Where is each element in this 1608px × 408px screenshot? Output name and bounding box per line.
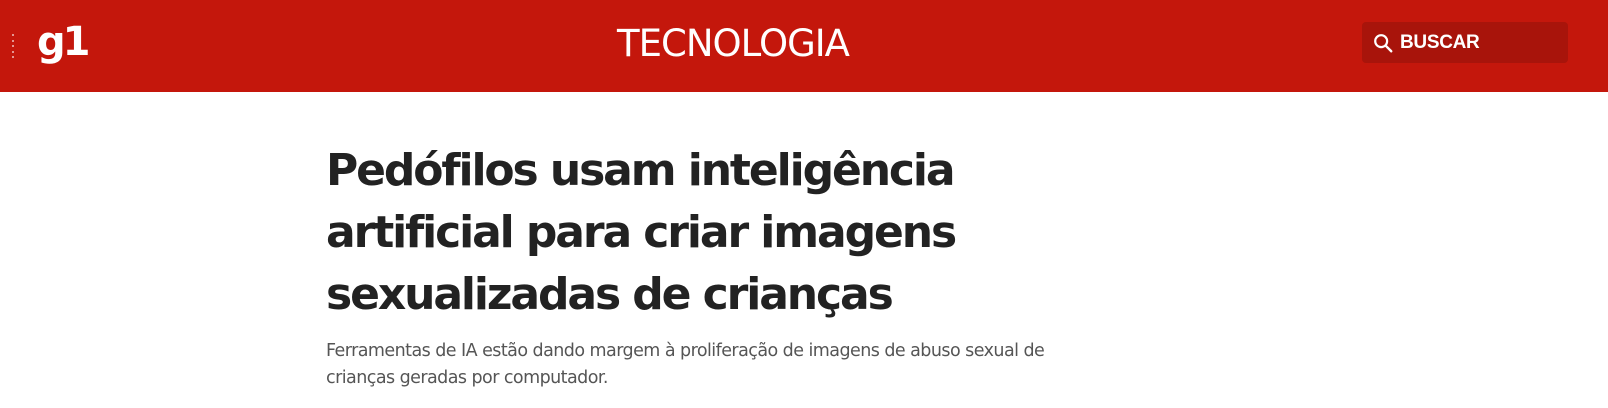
article-title: Pedófilos usam inteligência artificial p… [326,145,957,320]
search-label: BUSCAR [1400,31,1480,53]
site-header: g1 TECNOLOGIA BUSCAR [0,0,1608,92]
section-title[interactable]: TECNOLOGIA [0,20,1466,68]
article-subtitle: Ferramentas de IA estão dando margem à p… [326,341,1045,388]
search-button[interactable]: BUSCAR [1362,22,1568,63]
search-icon [1374,33,1393,52]
